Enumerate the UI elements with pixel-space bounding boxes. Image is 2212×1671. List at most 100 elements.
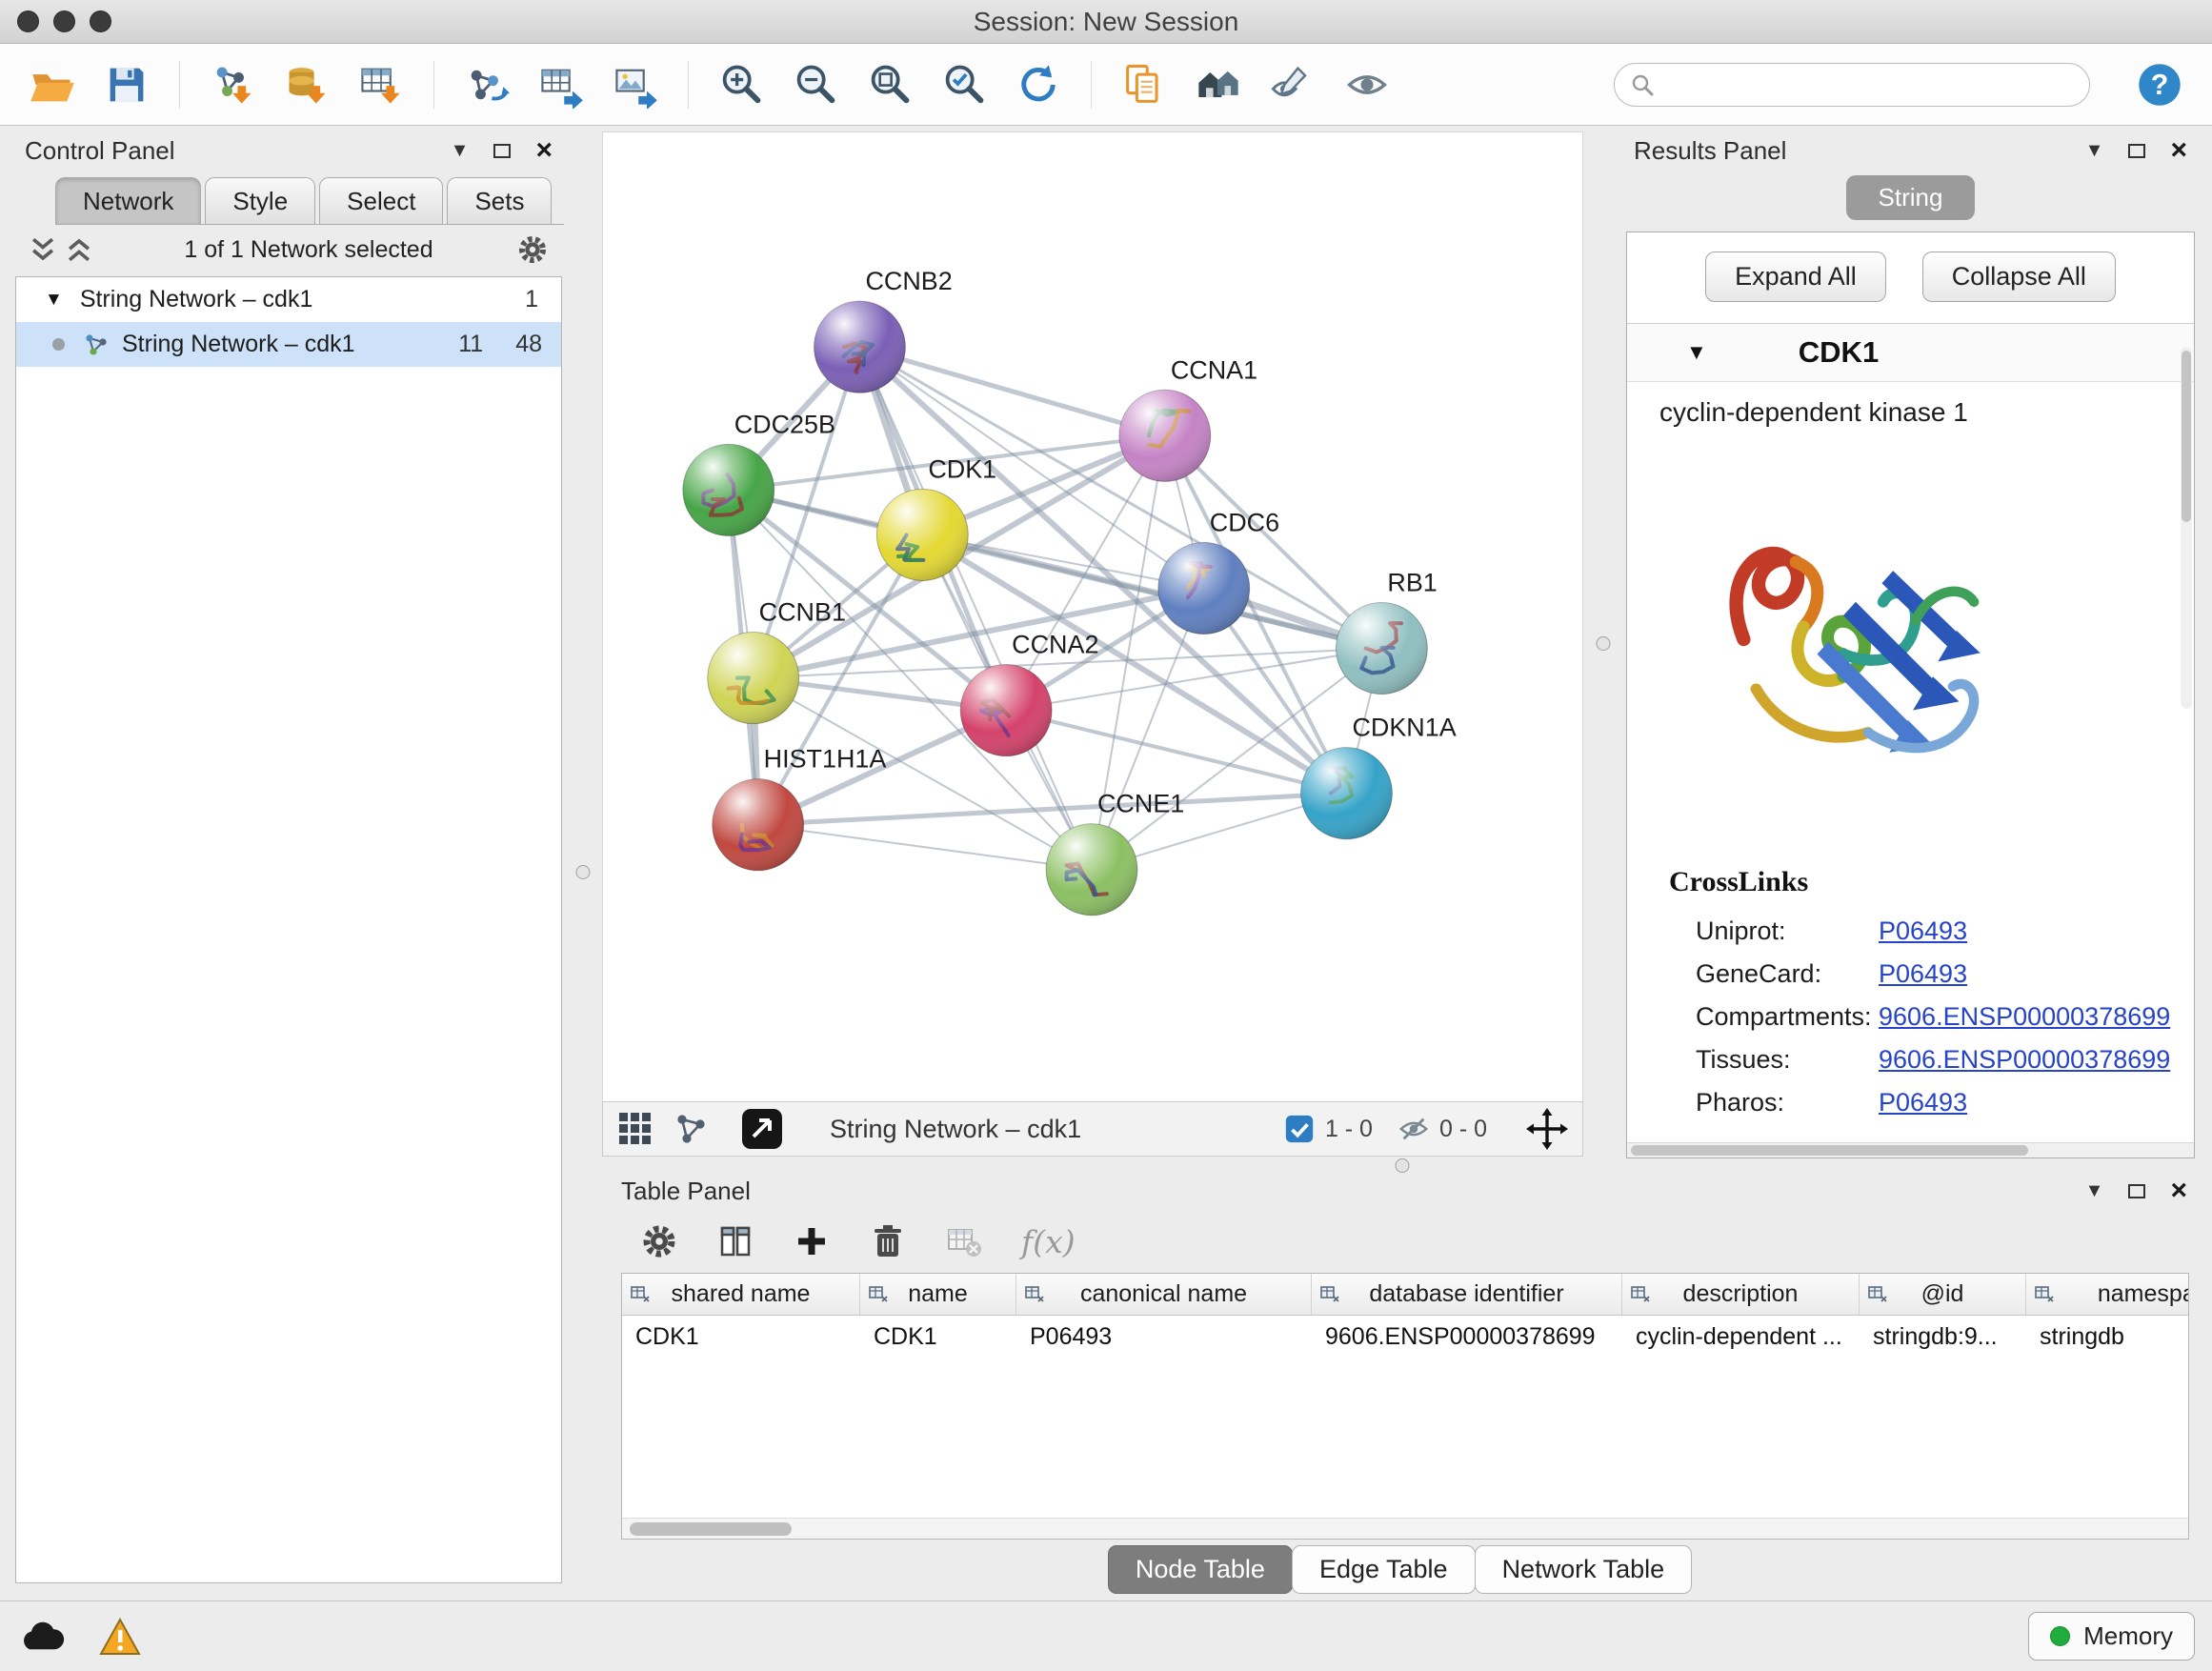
table-cell[interactable]: P06493	[1016, 1316, 1312, 1358]
show-columns-icon[interactable]	[716, 1222, 754, 1260]
function-builder-button[interactable]: f(x)	[1021, 1223, 1076, 1260]
scrollbar-thumb[interactable]	[2182, 351, 2191, 522]
table-cell[interactable]: CDK1	[860, 1316, 1016, 1358]
network-graph[interactable]: CCNB2CCNA1CDC25BCDK1CDC6RB1CCNB1CCNA2CDK…	[603, 132, 1582, 1101]
float-panel-icon[interactable]	[493, 144, 511, 158]
panel-menu-icon[interactable]: ▼	[2085, 1181, 2104, 1200]
zoom-selected-button[interactable]	[935, 55, 994, 114]
results-horizontal-scrollbar[interactable]	[1627, 1142, 2194, 1158]
table-cell[interactable]: cyclin-dependent ...	[1622, 1316, 1860, 1358]
tab-network-table[interactable]: Network Table	[1475, 1545, 1693, 1594]
column-header[interactable]: canonical name	[1016, 1274, 1312, 1315]
graph-node-CCNB2[interactable]: CCNB2	[814, 267, 953, 393]
column-header[interactable]: shared name	[622, 1274, 860, 1315]
column-header[interactable]: database identifier	[1312, 1274, 1622, 1315]
close-window-button[interactable]	[17, 10, 39, 32]
table-cell[interactable]: 9606.ENSP00000378699	[1312, 1316, 1622, 1358]
table-cell[interactable]: stringdb:9...	[1860, 1316, 2026, 1358]
column-header[interactable]: description	[1622, 1274, 1860, 1315]
crosslink-value[interactable]: P06493	[1879, 959, 1967, 989]
warning-icon[interactable]	[95, 1616, 145, 1658]
left-splitter[interactable]	[564, 131, 602, 1158]
tab-network[interactable]: Network	[55, 177, 201, 224]
collapse-all-icon[interactable]	[29, 236, 57, 263]
import-network-file-button[interactable]	[203, 55, 262, 114]
right-splitter[interactable]	[1583, 131, 1622, 1158]
table-cell[interactable]: stringdb	[2026, 1316, 2188, 1358]
section-expander-icon[interactable]: ▼	[1686, 340, 1707, 365]
cloud-icon[interactable]	[17, 1616, 67, 1658]
results-vertical-scrollbar[interactable]	[2181, 347, 2192, 709]
network-overview-icon[interactable]	[672, 1110, 710, 1148]
zoom-fit-button[interactable]	[860, 55, 919, 114]
tab-style[interactable]: Style	[205, 177, 315, 224]
close-panel-icon[interactable]: ×	[535, 136, 553, 165]
graph-node-CDC6[interactable]: CDC6	[1158, 508, 1279, 634]
zoom-out-button[interactable]	[786, 55, 845, 114]
column-header[interactable]: namespace	[2026, 1274, 2188, 1315]
grid-view-icon[interactable]	[616, 1110, 654, 1148]
column-header[interactable]: name	[860, 1274, 1016, 1315]
graph-node-HIST1H1A[interactable]: HIST1H1A	[713, 745, 887, 871]
panel-menu-icon[interactable]: ▼	[451, 141, 470, 160]
splitter-handle[interactable]	[576, 865, 591, 879]
crosslink-value[interactable]: P06493	[1879, 916, 1967, 946]
graph-node-CDKN1A[interactable]: CDKN1A	[1301, 714, 1457, 839]
graph-node-RB1[interactable]: RB1	[1337, 568, 1438, 694]
protein-section-header[interactable]: ▼ CDK1	[1627, 323, 2194, 382]
network-canvas[interactable]: CCNB2CCNA1CDC25BCDK1CDC6RB1CCNB1CCNA2CDK…	[602, 131, 1583, 1101]
create-column-icon[interactable]	[793, 1222, 831, 1260]
copy-button[interactable]	[1115, 55, 1174, 114]
panel-menu-icon[interactable]: ▼	[2085, 141, 2104, 160]
selected-checkbox-icon[interactable]	[1283, 1113, 1316, 1145]
open-file-button[interactable]	[23, 55, 82, 114]
import-network-database-button[interactable]	[277, 55, 336, 114]
collection-expander-icon[interactable]: ▼	[45, 290, 63, 311]
memory-button[interactable]: Memory	[2028, 1612, 2195, 1661]
float-panel-icon[interactable]	[2128, 144, 2145, 158]
expand-all-button[interactable]: Expand All	[1705, 252, 1886, 302]
crosslink-value[interactable]: 9606.ENSP00000378699	[1879, 1045, 2170, 1075]
tab-node-table[interactable]: Node Table	[1108, 1545, 1293, 1594]
graph-node-CDC25B[interactable]: CDC25B	[683, 410, 835, 535]
column-header[interactable]: @id	[1860, 1274, 2026, 1315]
save-session-button[interactable]	[97, 55, 156, 114]
export-network-button[interactable]	[457, 55, 516, 114]
zoom-window-button[interactable]	[90, 10, 111, 32]
close-panel-icon[interactable]: ×	[2170, 1177, 2187, 1205]
graph-node-CCNA1[interactable]: CCNA1	[1119, 355, 1257, 481]
crosslink-value[interactable]: 9606.ENSP00000378699	[1879, 1002, 2170, 1032]
network-collection-row[interactable]: ▼ String Network – cdk1 1	[16, 277, 561, 322]
close-panel-icon[interactable]: ×	[2170, 136, 2187, 165]
search-input[interactable]	[1664, 70, 2074, 99]
tab-select[interactable]: Select	[319, 177, 443, 224]
splitter-handle[interactable]	[1396, 1158, 1410, 1173]
splitter-handle[interactable]	[1596, 636, 1610, 651]
table-row[interactable]: CDK1 CDK1 P06493 9606.ENSP00000378699 cy…	[622, 1316, 2188, 1358]
scrollbar-thumb[interactable]	[630, 1522, 792, 1536]
export-table-button[interactable]	[532, 55, 591, 114]
hidden-eye-icon[interactable]	[1398, 1113, 1430, 1145]
expand-all-icon[interactable]	[65, 236, 93, 263]
table-cell[interactable]: CDK1	[622, 1316, 860, 1358]
export-image-button[interactable]	[606, 55, 665, 114]
help-button[interactable]: ?	[2130, 55, 2189, 114]
network-row[interactable]: String Network – cdk1 11 48	[16, 322, 561, 367]
import-table-file-button[interactable]	[352, 55, 411, 114]
tab-sets[interactable]: Sets	[447, 177, 552, 224]
center-view-icon[interactable]	[1525, 1107, 1569, 1151]
string-tab[interactable]: String	[1846, 175, 1976, 220]
float-panel-icon[interactable]	[2128, 1184, 2145, 1198]
annotation-mode-button[interactable]	[1263, 55, 1322, 114]
minimize-window-button[interactable]	[53, 10, 75, 32]
delete-column-icon[interactable]	[869, 1222, 907, 1260]
gear-icon[interactable]	[516, 233, 549, 266]
horizontal-splitter[interactable]	[564, 1158, 2212, 1172]
crosslink-value[interactable]: P06493	[1879, 1088, 1967, 1117]
zoom-in-button[interactable]	[712, 55, 771, 114]
collapse-all-button[interactable]: Collapse All	[1922, 252, 2116, 302]
refresh-view-button[interactable]	[1009, 55, 1068, 114]
table-horizontal-scrollbar[interactable]	[622, 1518, 2188, 1539]
home-button[interactable]	[1189, 55, 1248, 114]
table-options-gear-icon[interactable]	[640, 1222, 678, 1260]
